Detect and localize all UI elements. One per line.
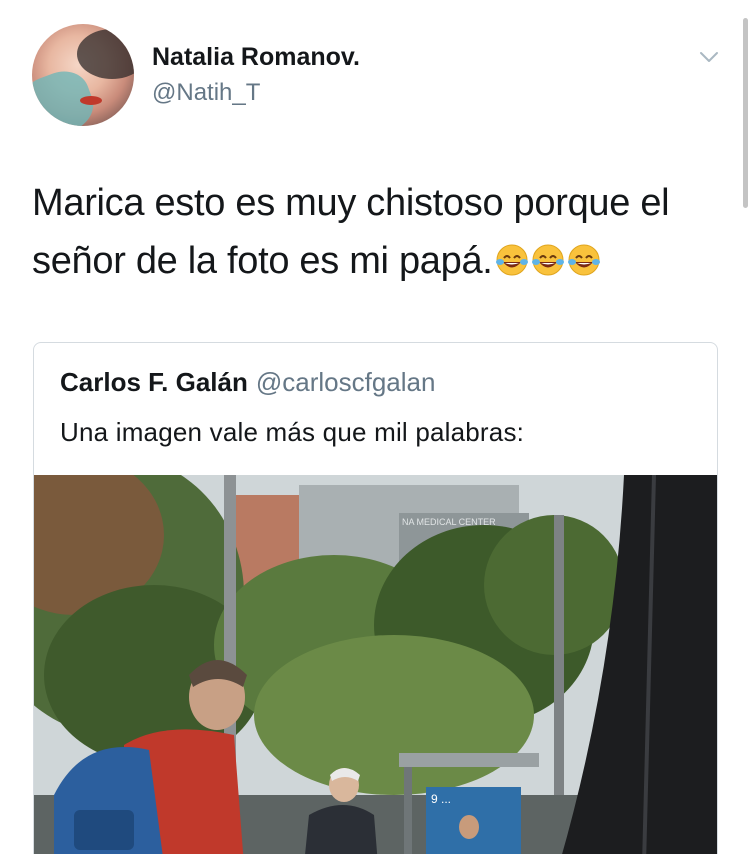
quoted-photo[interactable]: NA MEDICAL CENTER 9 ... (34, 475, 718, 854)
laughing-face-icon (531, 236, 565, 276)
quoted-author: Carlos F. Galán @carloscfgalan (60, 367, 435, 398)
author-handle[interactable]: @Natih_T (152, 79, 260, 107)
author-name[interactable]: Natalia Romanov. (152, 43, 360, 72)
avatar[interactable] (32, 24, 134, 126)
laughing-face-icon (495, 236, 529, 276)
quoted-author-handle[interactable]: @carloscfgalan (256, 367, 436, 397)
tweet-header: Natalia Romanov. @Natih_T (32, 24, 722, 128)
laughing-face-icon (567, 236, 601, 276)
tweet-text: Marica esto es muy chistoso porque el se… (32, 174, 732, 290)
quoted-author-name[interactable]: Carlos F. Galán (60, 367, 248, 397)
scrollbar[interactable] (743, 18, 748, 208)
quoted-tweet[interactable]: Carlos F. Galán @carloscfgalan Una imagen… (33, 342, 718, 854)
poster-text: 9 ... (431, 792, 451, 806)
chevron-down-icon[interactable] (698, 46, 720, 68)
quoted-text: Una imagen vale más que mil palabras: (60, 417, 525, 447)
